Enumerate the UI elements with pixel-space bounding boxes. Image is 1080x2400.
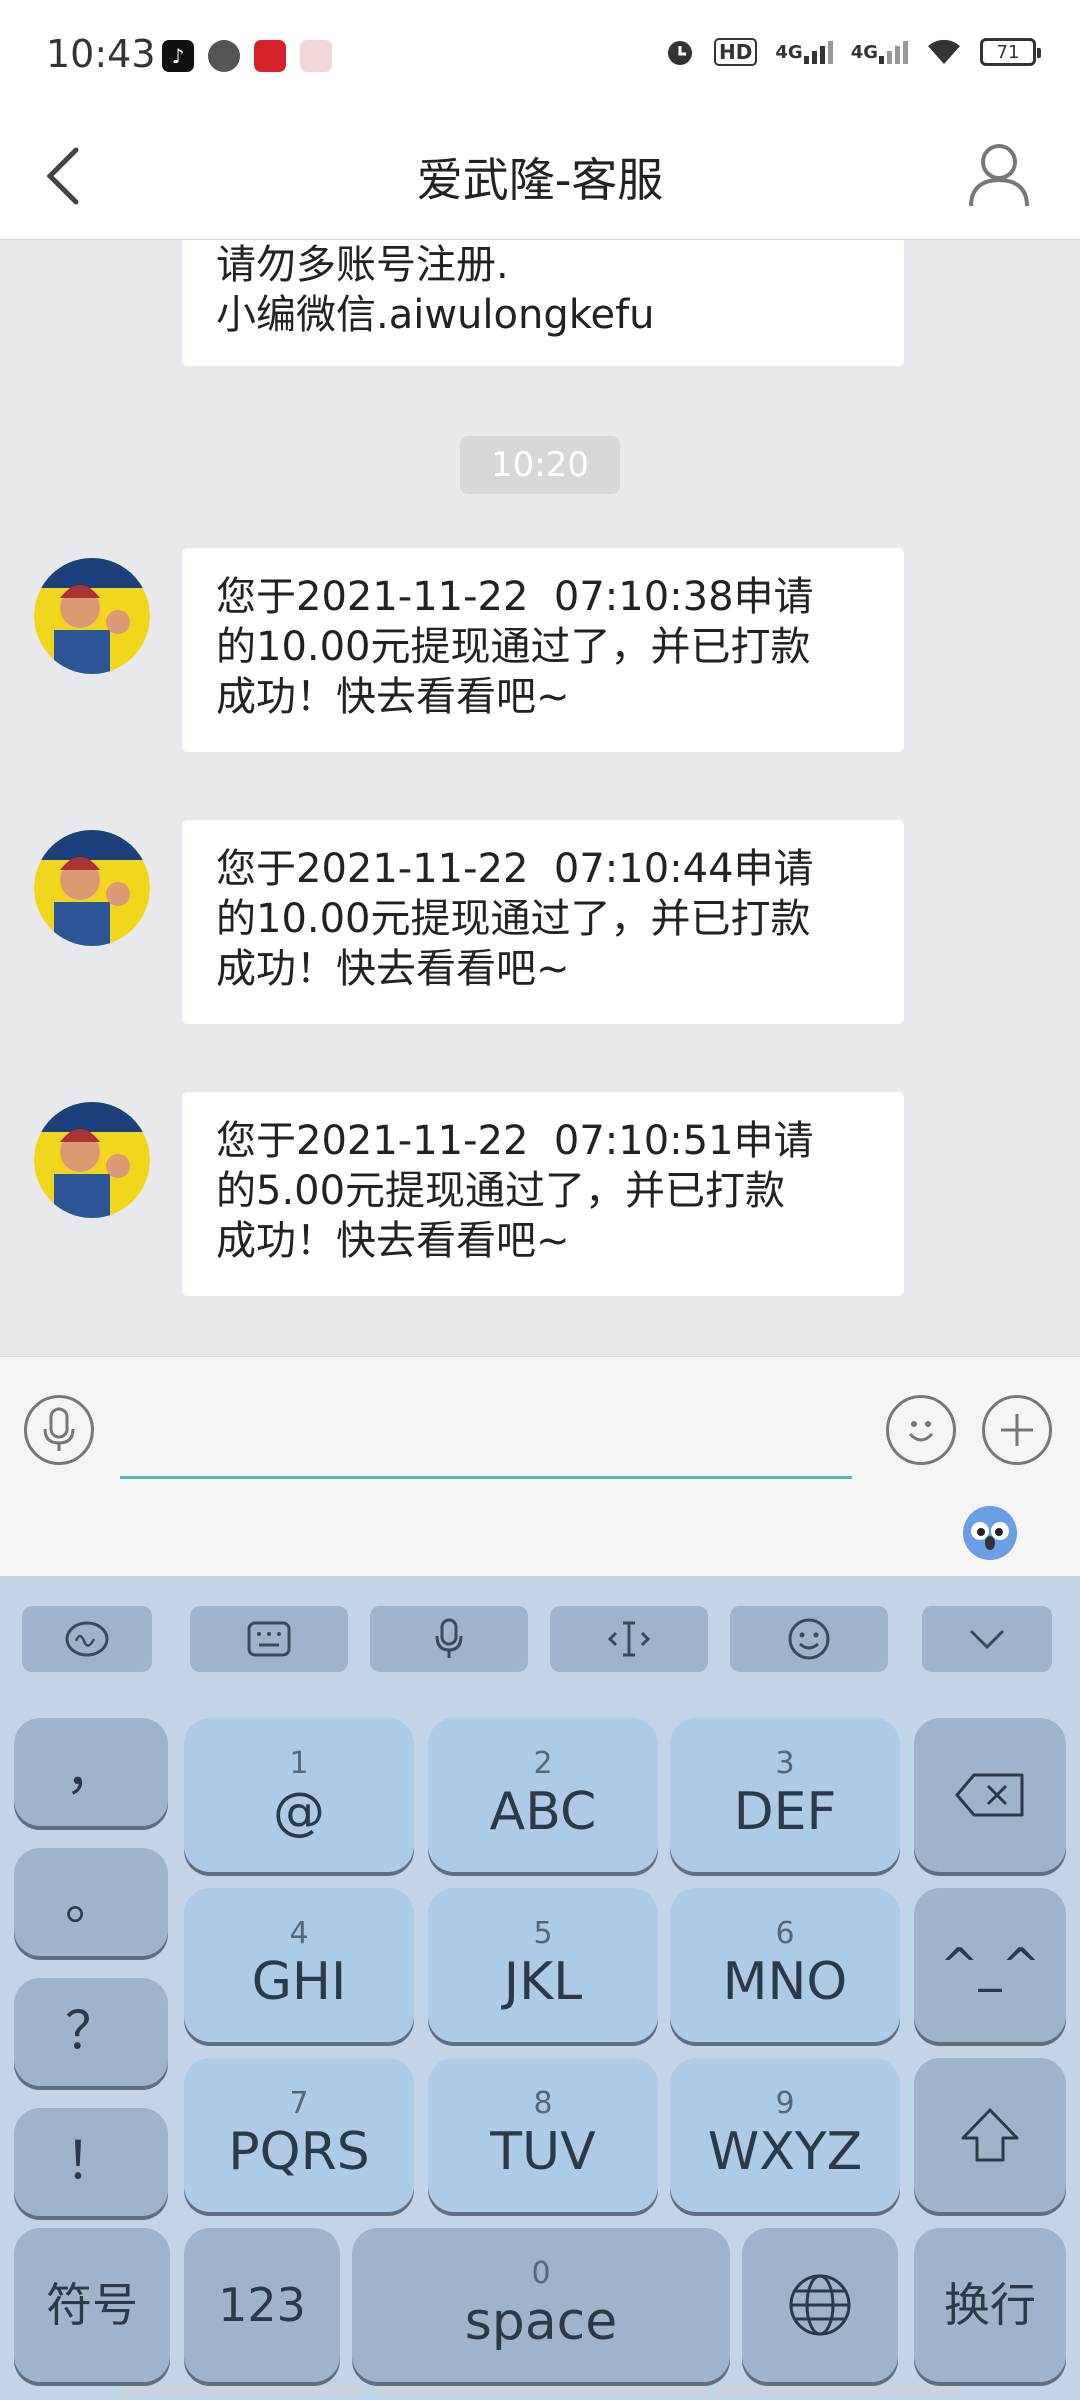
status-right: HD 4G 4G 71 [664, 36, 1041, 68]
red-app-icon [254, 40, 286, 72]
status-time: 10:43 [46, 32, 156, 76]
smiley-icon [908, 1421, 934, 1442]
keyboard-toolbar [0, 1576, 1080, 1702]
input-bar [0, 1356, 1080, 1576]
page-title: 爱武隆-客服 [416, 153, 664, 207]
emoji-panel-button[interactable] [730, 1606, 888, 1672]
plus-icon [1001, 1414, 1033, 1446]
avatar[interactable] [34, 558, 150, 674]
keyboard: ， 。 ？ ！ 1 @ 2 ABC 3 DEF 4 GHI 5 JKL 6 MN… [0, 1702, 1080, 2400]
enter-key[interactable]: 换行 [914, 2228, 1066, 2382]
key-6[interactable]: 6 MNO [670, 1888, 900, 2042]
4g-signal-icon: 4G [775, 40, 833, 64]
home-indicator [716, 2386, 960, 2394]
key-question[interactable]: ？ [14, 1978, 168, 2086]
key-1[interactable]: 1 @ [184, 1718, 414, 1872]
avatar[interactable] [34, 1102, 150, 1218]
microphone-icon [435, 1618, 463, 1658]
key-8[interactable]: 8 TUV [428, 2058, 658, 2212]
language-key[interactable] [742, 2228, 898, 2382]
keyboard-icon [247, 1621, 291, 1657]
keyboard-switch-button[interactable] [190, 1606, 348, 1672]
key-period[interactable]: 。 [14, 1848, 168, 1956]
message-bubble: 您于2021-11-22 07:10:51申请 的5.00元提现通过了，并已打款… [182, 1092, 904, 1296]
message-list[interactable]: 请勿多账号注册. 小编微信.aiwulongkefu 10:20 您于2021-… [0, 240, 1080, 1356]
alarm-icon [664, 36, 696, 68]
key-5[interactable]: 5 JKL [428, 1888, 658, 2042]
key-4[interactable]: 4 GHI [184, 1888, 414, 2042]
key-9[interactable]: 9 WXYZ [670, 2058, 900, 2212]
battery-icon: 71 [980, 38, 1041, 66]
wifi-icon [926, 38, 962, 66]
cursor-move-button[interactable] [550, 1606, 708, 1672]
more-button[interactable] [982, 1395, 1052, 1465]
smiley-icon [788, 1618, 830, 1660]
timestamp-chip: 10:20 [460, 436, 620, 494]
shift-button[interactable] [914, 2058, 1066, 2212]
backspace-button[interactable] [914, 1718, 1066, 1872]
home-indicator [372, 2386, 708, 2394]
collapse-keyboard-button[interactable] [922, 1606, 1052, 1672]
stamp-app-icon [300, 40, 332, 72]
symbols-key[interactable]: 符号 [14, 2228, 170, 2382]
chat-header: 爱武隆-客服 [0, 110, 1080, 240]
message-bubble: 您于2021-11-22 07:10:38申请 的10.00元提现通过了，并已打… [182, 548, 904, 752]
emoticon-key[interactable]: ^_^ [914, 1888, 1066, 2042]
message-bubble: 请勿多账号注册. 小编微信.aiwulongkefu [182, 240, 904, 366]
voice-input-button[interactable] [370, 1606, 528, 1672]
message-input[interactable] [120, 1397, 852, 1479]
backspace-icon [955, 1773, 1024, 1817]
numbers-key[interactable]: 123 [184, 2228, 340, 2382]
hd-icon: HD [714, 38, 758, 66]
space-key[interactable]: 0 space [352, 2228, 730, 2382]
home-indicator [120, 2386, 364, 2394]
user-icon [969, 144, 1029, 207]
handwriting-icon [65, 1621, 109, 1657]
chevron-down-icon [969, 1629, 1005, 1650]
key-3[interactable]: 3 DEF [670, 1718, 900, 1872]
status-bar: 10:43 ♪ HD 4G 4G 71 [0, 0, 1080, 110]
emoji-button[interactable] [886, 1395, 956, 1465]
chat-bubble-icon [208, 40, 240, 72]
message-bubble: 您于2021-11-22 07:10:44申请 的10.00元提现通过了，并已打… [182, 820, 904, 1024]
key-exclamation[interactable]: ！ [14, 2108, 168, 2216]
notification-icons: ♪ [162, 40, 332, 72]
microphone-icon [43, 1407, 75, 1451]
keyboard-mascot-icon[interactable] [962, 1505, 1018, 1561]
tiktok-icon: ♪ [162, 40, 194, 72]
globe-icon [789, 2274, 851, 2336]
shift-arrow-icon [961, 2108, 1019, 2162]
key-comma[interactable]: ， [14, 1718, 168, 1826]
key-7[interactable]: 7 PQRS [184, 2058, 414, 2212]
4g-signal-icon: 4G [851, 40, 908, 64]
voice-button[interactable] [24, 1395, 94, 1465]
key-2[interactable]: 2 ABC [428, 1718, 658, 1872]
profile-button[interactable] [954, 130, 1044, 220]
avatar[interactable] [34, 830, 150, 946]
text-cursor-icon [607, 1621, 651, 1657]
handwriting-toggle-button[interactable] [22, 1606, 152, 1672]
